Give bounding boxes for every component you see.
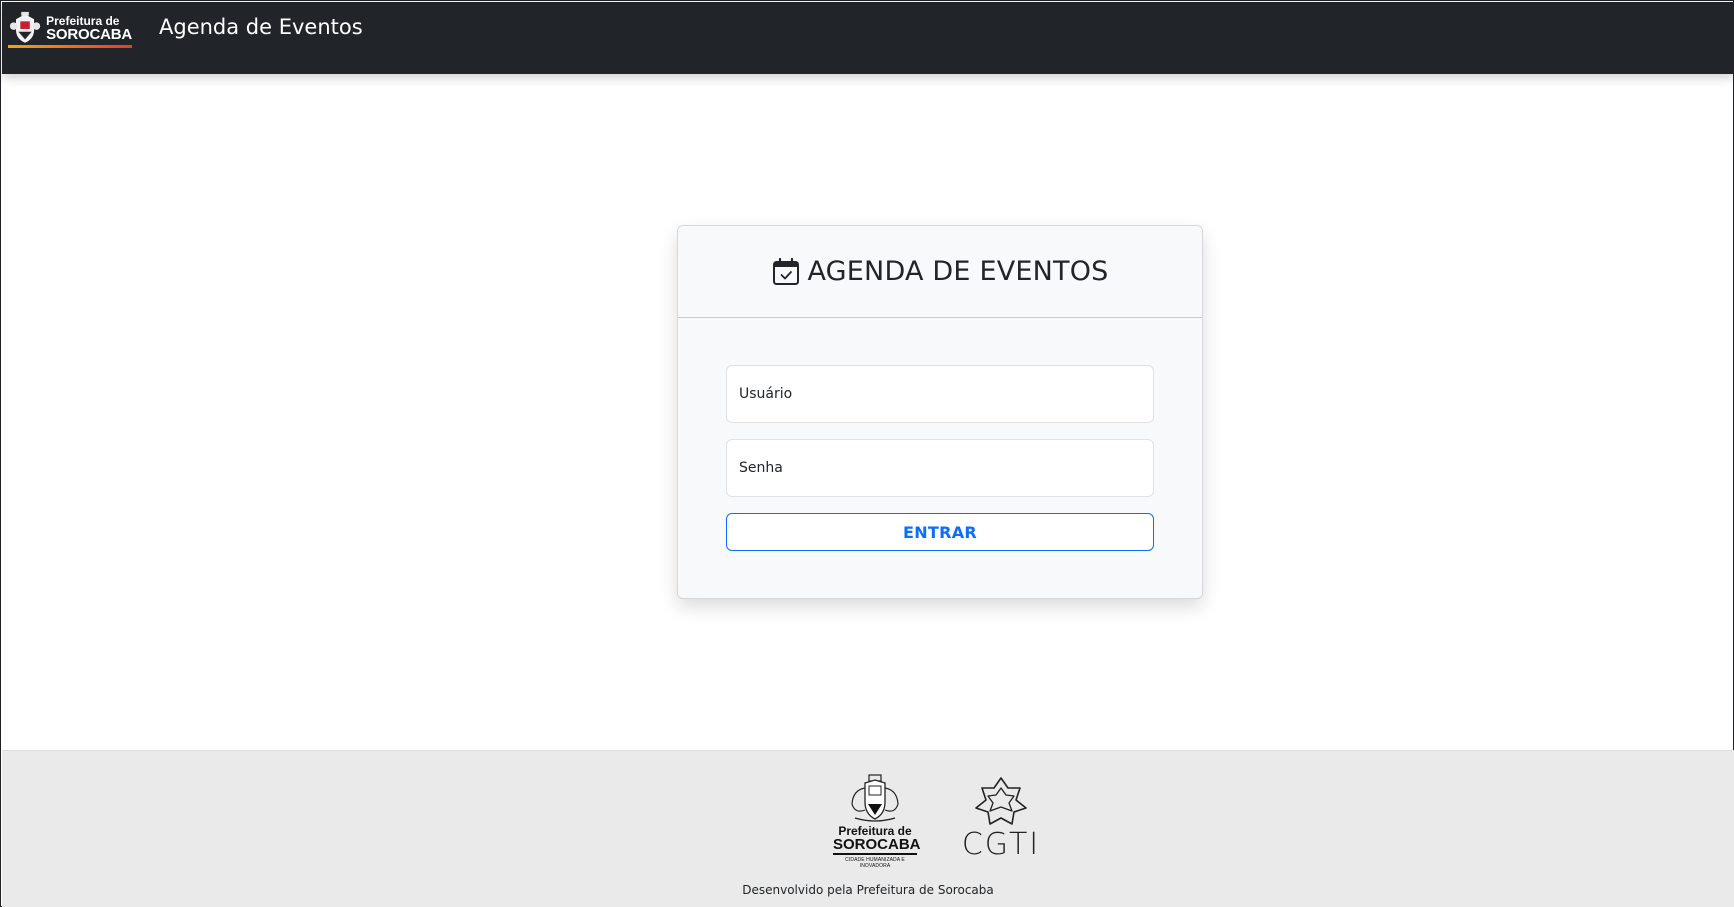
footer-logo-line2: SOROCABA bbox=[833, 836, 921, 855]
coat-of-arms-icon bbox=[851, 774, 899, 822]
password-input[interactable] bbox=[727, 440, 1153, 496]
username-input[interactable] bbox=[727, 366, 1153, 422]
cgti-logo-text: CGTI bbox=[961, 827, 1041, 862]
brand-line1: Prefeitura de bbox=[46, 13, 120, 28]
footer: Prefeitura de SOROCABA CIDADE HUMANIZADA… bbox=[2, 750, 1734, 907]
login-card-header: AGENDA DE EVENTOS bbox=[678, 226, 1202, 318]
login-button[interactable]: ENTRAR bbox=[726, 513, 1154, 551]
footer-cgti-logo: CGTI bbox=[954, 776, 1048, 862]
login-title-text: AGENDA DE EVENTOS bbox=[807, 256, 1109, 287]
navbar-title[interactable]: Agenda de Eventos bbox=[159, 15, 363, 39]
login-title: AGENDA DE EVENTOS bbox=[771, 256, 1108, 287]
login-card: AGENDA DE EVENTOS ENTRAR bbox=[677, 225, 1203, 599]
cgti-star-icon bbox=[975, 777, 1027, 825]
coat-of-arms-icon bbox=[9, 11, 41, 43]
page: Prefeitura de SOROCABA Agenda de Eventos… bbox=[0, 0, 1734, 907]
calendar-check-icon bbox=[773, 257, 800, 285]
footer-logo-tagline: CIDADE HUMANIZADA E INOVADORA bbox=[845, 857, 905, 869]
brand-underline bbox=[8, 45, 132, 48]
username-field[interactable] bbox=[726, 365, 1154, 423]
top-navbar: Prefeitura de SOROCABA Agenda de Eventos bbox=[2, 2, 1734, 74]
footer-prefeitura-logo: Prefeitura de SOROCABA CIDADE HUMANIZADA… bbox=[833, 774, 921, 869]
brand-line2: SOROCABA bbox=[46, 25, 132, 43]
footer-credit: Desenvolvido pela Prefeitura de Sorocaba bbox=[742, 883, 994, 897]
prefeitura-logo[interactable]: Prefeitura de SOROCABA bbox=[8, 6, 132, 50]
password-field[interactable] bbox=[726, 439, 1154, 497]
brand-text: Prefeitura de SOROCABA bbox=[46, 15, 132, 42]
